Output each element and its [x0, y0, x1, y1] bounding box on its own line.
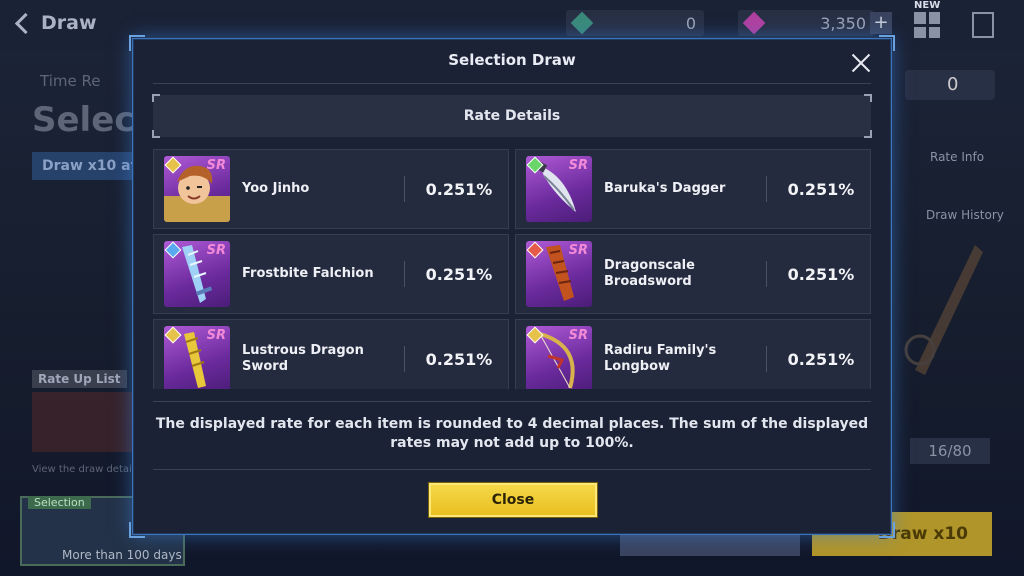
rate-up-cards[interactable]: [32, 392, 132, 452]
pity-counter: 16/80: [910, 438, 990, 464]
item-name: Baruka's Dagger: [604, 181, 726, 196]
new-badge: NEW: [914, 0, 941, 11]
frame-corner: [879, 522, 895, 538]
rank-badge: SR: [206, 328, 226, 343]
weapon-thumbnail: SR: [164, 241, 230, 307]
dialog-title: Selection Draw: [448, 51, 576, 69]
list-item: SR Frostbite Falchion 0.251%: [153, 234, 509, 314]
frame-corner: [129, 35, 145, 51]
list-item: SR Radiru Family's Longbow 0.251%: [515, 319, 871, 389]
rate-info-button[interactable]: Rate Info: [930, 150, 984, 164]
rank-badge: SR: [568, 243, 588, 258]
item-rate: 0.251%: [787, 264, 855, 284]
weapon-art: [904, 245, 983, 375]
frame-corner: [879, 35, 895, 51]
frame-corner: [129, 522, 145, 538]
item-rate: 0.251%: [787, 349, 855, 369]
weapon-thumbnail: SR: [526, 156, 592, 222]
item-name: Radiru Family's Longbow: [604, 343, 717, 374]
rank-badge: SR: [206, 243, 226, 258]
weapon-thumbnail: SR: [164, 326, 230, 389]
close-button[interactable]: Close: [428, 482, 598, 518]
rank-badge: SR: [568, 328, 588, 343]
draw-banner: Draw x10 at: [32, 152, 148, 180]
back-button[interactable]: Draw: [10, 12, 97, 34]
selection-tag: Selection: [28, 496, 91, 509]
gem-icon: [742, 11, 766, 35]
rate-details-header: Rate Details: [152, 94, 872, 138]
view-detail-text: View the draw detail: [32, 464, 135, 475]
rate-up-list-label: Rate Up List: [32, 370, 127, 388]
selection-days: More than 100 days: [62, 548, 182, 562]
close-icon[interactable]: [851, 53, 871, 73]
menu-grid-icon[interactable]: [914, 12, 940, 38]
item-rate: 0.251%: [425, 264, 493, 284]
list-item: SR Lustrous Dragon Sword 0.251%: [153, 319, 509, 389]
weapon-thumbnail: SR: [526, 241, 592, 307]
list-item: SR Yoo Jinho 0.251%: [153, 149, 509, 229]
back-label: Draw: [41, 12, 97, 34]
list-item: SR Baruka's Dagger 0.251%: [515, 149, 871, 229]
character-thumbnail: SR: [164, 156, 230, 222]
item-name: Lustrous Dragon Sword: [242, 343, 364, 374]
exit-icon[interactable]: [972, 12, 994, 38]
time-remaining: Time Re: [40, 72, 101, 90]
item-name: Yoo Jinho: [242, 181, 310, 196]
add-currency-button[interactable]: +: [870, 12, 892, 34]
divider: [153, 83, 871, 84]
right-counter[interactable]: 0: [905, 70, 995, 100]
item-rate: 0.251%: [425, 349, 493, 369]
crystal-icon: [570, 11, 594, 35]
divider: [153, 401, 871, 402]
currency-2: 3,350: [738, 10, 874, 36]
rank-badge: SR: [568, 158, 588, 173]
weapon-thumbnail: SR: [526, 326, 592, 389]
rank-badge: SR: [206, 158, 226, 173]
rate-disclaimer: The displayed rate for each item is roun…: [155, 416, 869, 451]
item-name: Frostbite Falchion: [242, 266, 374, 281]
rate-details-label: Rate Details: [463, 108, 561, 124]
draw-history-button[interactable]: Draw History: [926, 208, 1004, 222]
item-name: Dragonscale Broadsword: [604, 258, 695, 289]
back-chevron-icon: [14, 12, 37, 34]
divider: [153, 469, 871, 470]
item-rate: 0.251%: [787, 179, 855, 199]
currency-1: 0: [566, 10, 704, 36]
item-rate: 0.251%: [425, 179, 493, 199]
rate-details-dialog: Selection Draw Rate Details SR Yoo Jinho: [129, 35, 895, 538]
rate-list[interactable]: SR Yoo Jinho 0.251% SR Baruka's Dagger 0…: [153, 149, 873, 389]
list-item: SR Dragonscale Broadsword 0.251%: [515, 234, 871, 314]
